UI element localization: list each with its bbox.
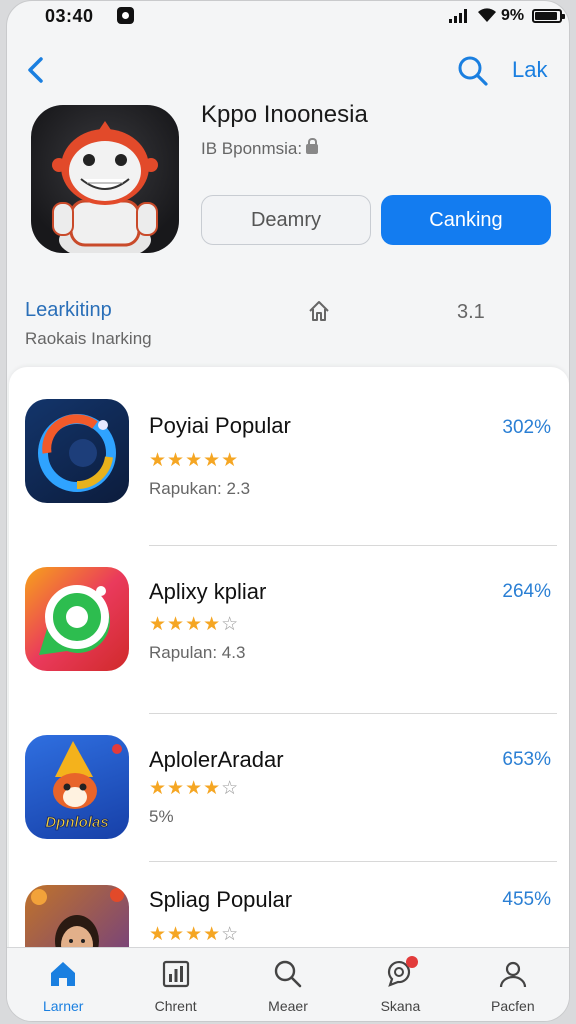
status-time: 03:40 [45, 6, 94, 26]
battery-percent: 9% [501, 7, 525, 24]
home-icon [51, 962, 76, 986]
fox-icon-lettering: Dpnlolas [45, 814, 108, 831]
back-icon[interactable] [21, 53, 51, 87]
app-title: Kppo Inoonesia [201, 101, 368, 128]
profile-icon [499, 961, 526, 988]
tab-label: Skana [380, 998, 421, 1014]
tab-label: Pacfen [491, 998, 535, 1014]
primary-button[interactable]: Canking [381, 195, 551, 245]
app-icon [31, 105, 179, 253]
app-subtitle: IB Bponmsia: [201, 138, 319, 159]
divider [149, 545, 557, 546]
house-icon[interactable] [307, 299, 331, 323]
rating-stars: ★★★★☆ [149, 614, 240, 635]
wifi-icon [478, 8, 496, 22]
tab-chrent[interactable]: Chrent [119, 948, 231, 1021]
list-icon-fox: Dpnlolas [25, 735, 129, 839]
rating-stars: ★★★★☆ [149, 924, 240, 945]
lock-icon [306, 138, 319, 154]
swirl-icon [38, 414, 116, 492]
ranking-title[interactable]: Learkitinp [25, 299, 112, 322]
chart-icon [162, 960, 189, 988]
list-icon-swirl [25, 399, 129, 503]
tab-bar: Larner Chrent Meaer Skana Pacfen [7, 947, 569, 1021]
nav-link[interactable]: Lak [512, 57, 547, 83]
phone-screen: 03:40 9% Lak Kppo Inoonesia IB Bponmsia:… [6, 0, 570, 1022]
item-percent: 653% [502, 749, 551, 770]
app-list: Poyiai Popular ★★★★★ Rapukan: 2.3 302% A… [9, 367, 569, 957]
rating-stars: ★★★★☆ [149, 778, 240, 799]
tab-label: Chrent [154, 998, 197, 1014]
tab-label: Larner [42, 998, 84, 1014]
item-name: AplolerAradar [149, 747, 284, 772]
item-name: Aplixy kpliar [149, 579, 267, 604]
tab-label: Meaer [268, 998, 308, 1014]
list-item[interactable]: Poyiai Popular ★★★★★ Rapukan: 2.3 302% [9, 381, 569, 546]
item-meta: Rapulan: 4.3 [149, 643, 246, 662]
item-percent: 302% [502, 417, 551, 438]
item-percent: 455% [502, 889, 551, 910]
divider [149, 861, 557, 862]
search-icon[interactable] [455, 53, 491, 89]
list-item[interactable]: Aplixy kpliar ★★★★☆ Rapulan: 4.3 264% [9, 549, 569, 714]
robot-mascot-icon [52, 121, 158, 253]
item-meta: 5% [149, 807, 174, 826]
list-icon-camera [25, 567, 129, 671]
rating-stars: ★★★★★ [149, 450, 240, 471]
item-name: Spliag Popular [149, 887, 293, 912]
tab-meaer[interactable]: Meaer [232, 948, 344, 1021]
tab-skana[interactable]: Skana [344, 948, 456, 1021]
notification-icon [117, 7, 134, 24]
ranking-subtitle: Raokais Inarking [25, 329, 152, 348]
list-item[interactable]: Spliag Popular ★★★★☆ 455% [9, 867, 569, 957]
item-percent: 264% [502, 581, 551, 602]
fox-wizard-icon: Dpnlolas [45, 741, 122, 831]
battery-icon [532, 9, 565, 23]
tab-pacfen[interactable]: Pacfen [457, 948, 569, 1021]
item-meta: Rapukan: 2.3 [149, 479, 251, 498]
app-subtitle-text: IB Bponmsia: [201, 139, 303, 158]
divider [149, 713, 557, 714]
status-bar: 03:40 9% [7, 1, 569, 31]
search-icon [274, 960, 302, 988]
tab-larner[interactable]: Larner [7, 948, 119, 1021]
signal-icon [449, 9, 467, 23]
list-item[interactable]: Dpnlolas AplolerAradar ★★★★☆ 5% 653% [9, 717, 569, 877]
camera-icon [39, 585, 110, 655]
item-name: Poyiai Popular [149, 413, 291, 438]
secondary-button[interactable]: Deamry [201, 195, 371, 245]
ranking-value: 3.1 [457, 301, 485, 323]
